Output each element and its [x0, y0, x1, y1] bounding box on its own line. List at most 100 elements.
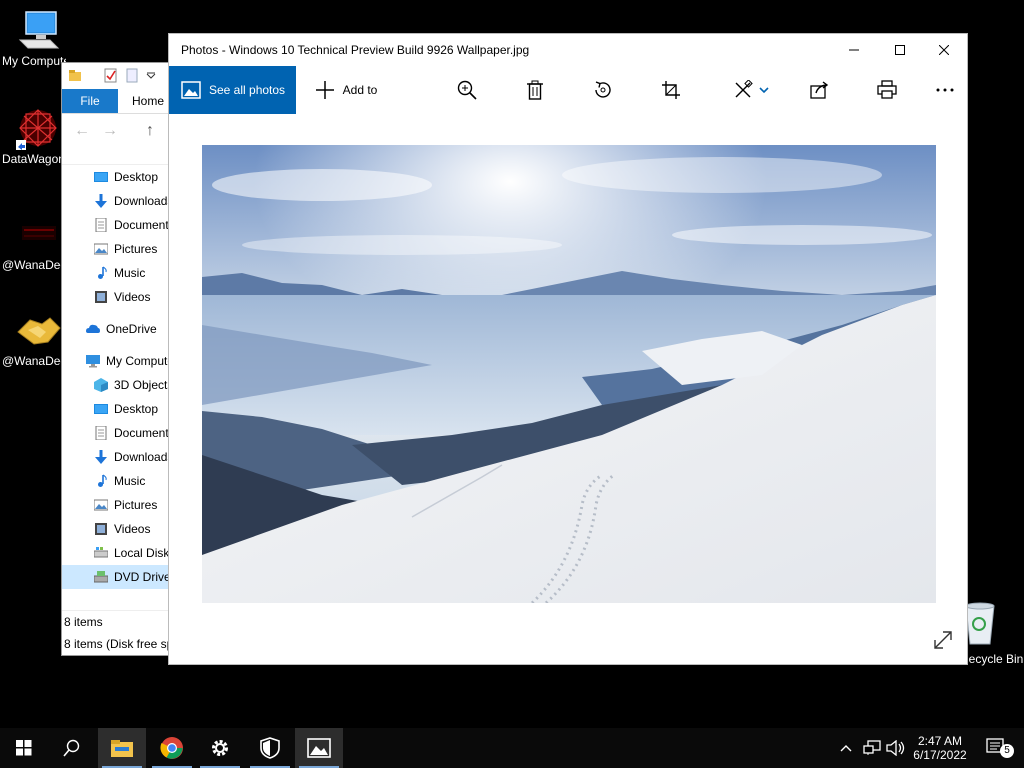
print-button[interactable]	[873, 66, 901, 114]
see-all-photos-button[interactable]: See all photos	[169, 66, 296, 114]
document-icon	[95, 218, 107, 232]
taskbar-settings[interactable]	[196, 728, 244, 768]
show-hidden-icons-button[interactable]	[832, 728, 860, 768]
tab-file[interactable]: File	[62, 89, 118, 113]
download-icon	[95, 450, 107, 464]
taskbar-windows-security[interactable]	[246, 728, 294, 768]
properties-icon[interactable]	[104, 68, 118, 84]
add-to-button[interactable]: Add to	[306, 66, 386, 114]
taskbar-chrome[interactable]	[148, 728, 196, 768]
tree-item[interactable]: Videos	[62, 517, 172, 541]
file-explorer-window[interactable]: File Home ← → ↑ Desktop Downloads Document…	[61, 62, 173, 656]
tree-item[interactable]: Desktop	[62, 397, 172, 421]
tree-item[interactable]: Desktop	[62, 165, 172, 189]
chrome-icon	[160, 737, 183, 759]
desktop-icon	[94, 172, 108, 182]
start-button[interactable]	[0, 728, 48, 768]
notification-count-badge: 5	[1000, 744, 1014, 758]
tree-item[interactable]: My Computer	[62, 349, 172, 373]
see-all-photos-label: See all photos	[209, 83, 286, 97]
tree-item-label: Pictures	[114, 242, 158, 256]
datawagon-icon	[16, 109, 57, 150]
tree-item-label: Downloads	[114, 450, 173, 464]
tree-item-label: Music	[114, 474, 146, 488]
maximize-button[interactable]	[877, 34, 923, 66]
status-bar: 8 items 8 items (Disk free space	[62, 610, 172, 655]
tree-item[interactable]: Local Disk	[62, 541, 172, 565]
delete-button[interactable]	[521, 66, 549, 114]
tree-item-label: Local Disk	[114, 546, 170, 560]
tree-item-label: My Computer	[106, 354, 173, 368]
computer-icon	[18, 11, 60, 49]
quick-access-toolbar	[62, 63, 172, 89]
tree-item-label: Documents	[114, 426, 173, 440]
plus-icon	[315, 81, 334, 99]
photo-canvas[interactable]	[202, 145, 936, 603]
up-arrow-icon[interactable]: ↑	[146, 122, 154, 140]
share-button[interactable]	[805, 66, 833, 114]
window-title: Photos - Windows 10 Technical Preview Bu…	[181, 43, 530, 57]
tree-item[interactable]: Documents	[62, 213, 172, 237]
chevron-down-icon	[759, 87, 769, 94]
windows-logo-icon	[16, 740, 32, 756]
tree-item[interactable]: Downloads	[62, 445, 172, 469]
tree-item-label: Videos	[114, 522, 151, 536]
chevron-down-icon[interactable]	[146, 72, 156, 80]
videos-icon	[95, 291, 107, 303]
tree-item-label: Videos	[114, 290, 151, 304]
desktop-icon-my-computer[interactable]: My Computer	[0, 8, 76, 68]
tree-item[interactable]: Documents	[62, 421, 172, 445]
back-arrow-icon[interactable]: ←	[74, 122, 90, 140]
more-icon	[936, 88, 954, 92]
desktop-icon-label: @WanaDecryptor@	[2, 258, 66, 272]
tree-item[interactable]: 3D Objects	[62, 373, 172, 397]
tree-item-label: 3D Objects	[114, 378, 173, 392]
onedrive-icon	[86, 324, 100, 333]
more-options-button[interactable]	[931, 66, 959, 114]
forward-arrow-icon[interactable]: →	[102, 122, 118, 140]
expand-icon	[934, 631, 952, 649]
computer-icon	[86, 355, 100, 368]
taskbar-photos[interactable]	[295, 728, 343, 768]
tree-item[interactable]: Videos	[62, 285, 172, 309]
rotate-button[interactable]	[589, 66, 617, 114]
music-icon	[98, 266, 107, 279]
minimize-button[interactable]	[831, 34, 877, 66]
pictures-icon	[94, 499, 108, 511]
clock-button[interactable]: 2:47 AM 6/17/2022	[910, 728, 970, 768]
add-to-label: Add to	[342, 83, 378, 97]
tree-item[interactable]: Pictures	[62, 493, 172, 517]
edit-create-button[interactable]	[729, 66, 773, 114]
new-folder-icon[interactable]	[126, 68, 138, 84]
taskbar-file-explorer[interactable]	[98, 728, 146, 768]
action-center-button[interactable]: 5	[976, 728, 1016, 768]
volume-button[interactable]	[882, 728, 910, 768]
close-button[interactable]	[921, 34, 967, 66]
taskbar: 2:47 AM 6/17/2022 5	[0, 728, 1024, 768]
trash-icon	[527, 80, 543, 100]
tree-item[interactable]: OneDrive	[62, 317, 172, 341]
desktop-icon-label: Recycle Bin	[960, 652, 1024, 666]
tree-item[interactable]: Music	[62, 469, 172, 493]
photos-window[interactable]: Photos - Windows 10 Technical Preview Bu…	[168, 33, 968, 665]
full-screen-button[interactable]	[931, 628, 955, 652]
zoom-button[interactable]	[453, 66, 481, 114]
photos-gallery-icon	[181, 81, 201, 99]
ribbon-tabs: File Home	[62, 89, 172, 113]
crop-button[interactable]	[657, 66, 685, 114]
tree-item[interactable]: Pictures	[62, 237, 172, 261]
download-icon	[95, 194, 107, 208]
tree-item[interactable]: Downloads	[62, 189, 172, 213]
tree-item[interactable]: DVD Drive	[62, 565, 172, 589]
status-item-count: 8 items	[64, 615, 103, 629]
photos-icon	[307, 738, 331, 758]
minimize-icon	[849, 49, 859, 51]
search-button[interactable]	[48, 728, 96, 768]
tab-home[interactable]: Home	[124, 89, 172, 113]
tree-item[interactable]: Music	[62, 261, 172, 285]
status-disk-free: 8 items (Disk free space	[64, 637, 173, 651]
crop-icon	[662, 81, 680, 99]
mountain-landscape-image	[202, 145, 936, 603]
speaker-icon	[886, 740, 905, 756]
chevron-up-icon	[840, 745, 852, 752]
